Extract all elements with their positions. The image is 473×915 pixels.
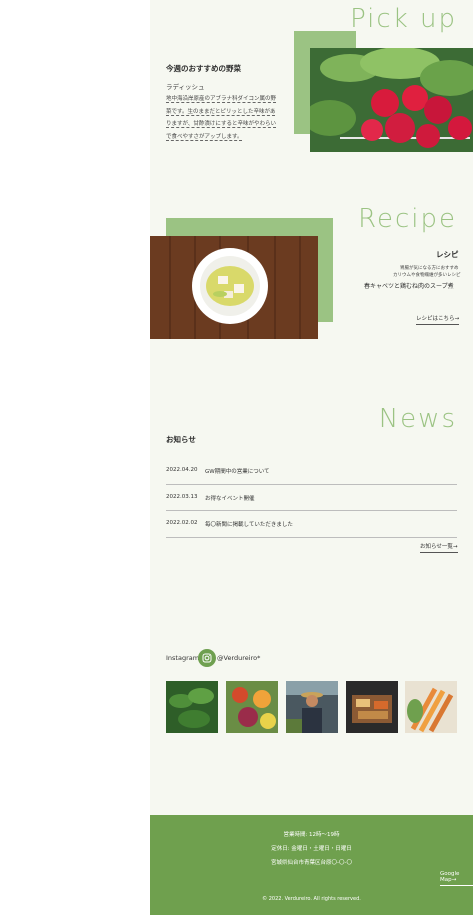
recipe-heading: Recipe — [358, 204, 457, 234]
instagram-handle[interactable]: @Verdureiro* — [217, 654, 260, 662]
news-list: 2022.04.20 GW期間中の営業について 2022.03.13 お得なイベ… — [166, 458, 457, 538]
news-item-title: GW期間中の営業について — [205, 469, 270, 475]
left-margin — [0, 0, 150, 915]
recipe-intro-2: カリウムや食物繊維が多いレシピ — [393, 273, 461, 278]
recipe-dish-name: 春キャベツと鶏むね肉のスープ煮 — [364, 283, 454, 290]
instagram-label: Instagram — [166, 654, 200, 662]
news-date: 2022.03.13 — [166, 493, 198, 500]
news-item[interactable]: 2022.03.13 お得なイベント開催 — [166, 485, 457, 511]
news-list-link[interactable]: お知らせ一覧→ — [420, 542, 458, 553]
news-item[interactable]: 2022.02.02 毎〇新聞に掲載していただきました — [166, 511, 457, 538]
footer-hours: 営業時間: 12時〜19時 — [283, 832, 340, 838]
footer-address: 宮城県仙台市青葉区台原〇-〇-〇 — [271, 860, 352, 866]
pickup-item-name: ラディッシュ — [166, 83, 205, 91]
instagram-photo[interactable] — [166, 681, 218, 733]
pickup-heading: Pick up — [350, 4, 457, 34]
instagram-photo[interactable] — [405, 681, 457, 733]
google-map-link[interactable]: Google Map→ — [440, 871, 473, 886]
footer-copyright: © 2022. Verdureiro. All rights reserved. — [262, 896, 361, 902]
recipe-link[interactable]: レシピはこちら→ — [416, 314, 460, 325]
news-title: お知らせ — [166, 435, 196, 444]
news-heading: News — [378, 404, 457, 434]
news-item-title: お得なイベント開催 — [205, 495, 255, 502]
radish-photo — [310, 48, 473, 152]
news-date: 2022.02.02 — [166, 520, 198, 526]
recipe-title: レシピ — [436, 250, 459, 259]
instagram-photo[interactable] — [346, 681, 398, 733]
pickup-description: 地中海沿岸原産のアブラナ科ダイコン属の野菜です。生のままだとピリッとした辛味があ… — [166, 96, 277, 141]
recipe-intro-1: 胃腸が気になる方におすすめ — [400, 266, 459, 271]
footer-closed-days: 定休日: 金曜日・土曜日・日曜日 — [271, 846, 352, 852]
news-item[interactable]: 2022.04.20 GW期間中の営業について — [166, 458, 457, 485]
instagram-icon[interactable] — [198, 649, 216, 667]
instagram-photo[interactable] — [226, 681, 278, 733]
soup-photo — [150, 236, 318, 339]
instagram-photo[interactable] — [286, 681, 338, 733]
pickup-title: 今週のおすすめの野菜 — [166, 64, 241, 73]
news-date: 2022.04.20 — [166, 467, 198, 473]
news-item-title: 毎〇新聞に掲載していただきました — [205, 522, 293, 528]
footer: 営業時間: 12時〜19時 定休日: 金曜日・土曜日・日曜日 宮城県仙台市青葉区… — [150, 815, 473, 915]
